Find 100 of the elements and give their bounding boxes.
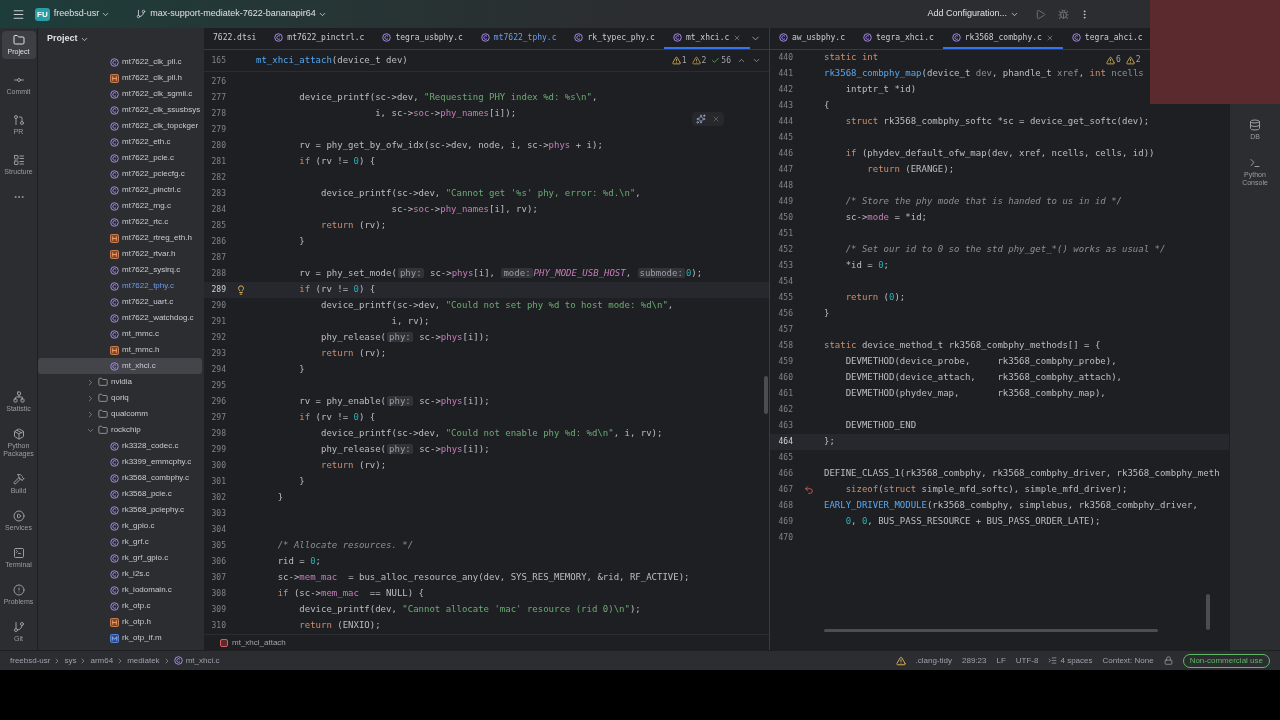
- editor-tab[interactable]: 7622.dtsi: [204, 28, 266, 49]
- tree-item[interactable]: nvidia: [38, 374, 202, 390]
- tree-item[interactable]: rk3328_codec.c: [38, 438, 202, 454]
- header-file-icon: [110, 249, 119, 259]
- tree-item[interactable]: mt7622_rtc.c: [38, 214, 202, 230]
- code-line: sc->mem_mac = bus_alloc_resource_any(dev, SYS_RES_MEMORY, &rid, RF_ACTIVE);: [276, 571, 690, 585]
- tree-item[interactable]: mt7622_rng.c: [38, 198, 202, 214]
- editor-tab[interactable]: mt_xhci.c: [663, 28, 751, 49]
- close-icon[interactable]: [733, 33, 742, 42]
- editor-tab[interactable]: aw_usbphy.c: [770, 28, 854, 49]
- tree-item[interactable]: mt7622_pinctrl.c: [38, 182, 202, 198]
- run-configuration-menu[interactable]: Add Configuration...: [927, 7, 1019, 21]
- code-line: return (0);: [844, 291, 906, 305]
- tree-item[interactable]: mt7622_clk_pll.h: [38, 70, 202, 86]
- tree-item[interactable]: rk_otp.h: [38, 614, 202, 630]
- tree-item[interactable]: rk3568_pcie.c: [38, 486, 202, 502]
- lightbulb-icon[interactable]: [236, 285, 246, 295]
- check-icon[interactable]: [711, 56, 721, 65]
- tree-item[interactable]: rk3568_combphy.c: [38, 470, 202, 486]
- status-item[interactable]: 289:23: [962, 654, 987, 667]
- code-line: sizeof(struct simple_mfd_softc), simple_mfd_driver);: [844, 483, 1128, 497]
- scrollbar-thumb[interactable]: [1206, 594, 1210, 630]
- warning-icon[interactable]: [1125, 55, 1135, 65]
- c-file-icon: [574, 33, 584, 42]
- breadcrumb-item[interactable]: mediatek: [127, 654, 160, 667]
- status-item[interactable]: 4 spaces: [1060, 654, 1093, 667]
- code-line: phy_release( phy: sc->phys[i]);: [320, 443, 490, 457]
- line-number: 460: [777, 372, 793, 384]
- breadcrumb-item[interactable]: freebsd-usr: [10, 654, 51, 667]
- tree-item[interactable]: mt7622_sysirq.c: [38, 262, 202, 278]
- tree-item[interactable]: mt7622_clk_sgmii.c: [38, 86, 202, 102]
- tree-item[interactable]: rk_otp_if.m: [38, 630, 202, 646]
- arrow-icon[interactable]: [803, 485, 814, 495]
- lock-icon[interactable]: [1163, 656, 1173, 665]
- close-icon[interactable]: [712, 115, 720, 123]
- tree-item[interactable]: mt_mmc.h: [38, 342, 202, 358]
- editor-tab[interactable]: rk_typec_phy.c: [565, 28, 664, 49]
- line-number: 287: [210, 252, 226, 264]
- warning-icon[interactable]: [671, 56, 681, 65]
- editor-tab[interactable]: mt7622_tphy.c: [471, 28, 566, 49]
- breadcrumb-item[interactable]: sys: [64, 654, 77, 667]
- status-item[interactable]: .clang-tidy: [915, 654, 952, 667]
- line-number: 302: [210, 492, 226, 504]
- tree-item[interactable]: rk_gpio.c: [38, 518, 202, 534]
- line-number: 294: [210, 364, 226, 376]
- tree-item[interactable]: rk_grf.c: [38, 534, 202, 550]
- line-number: 455: [777, 292, 793, 304]
- tree-item[interactable]: mt7622_rtreg_eth.h: [38, 230, 202, 246]
- warning-icon[interactable]: [691, 56, 701, 65]
- tree-item[interactable]: rk3568_pciephy.c: [38, 502, 202, 518]
- line-number: 277: [210, 92, 226, 104]
- tree-item[interactable]: rk_otp.c: [38, 598, 202, 614]
- chevron-up-icon[interactable]: [737, 56, 746, 65]
- tree-item[interactable]: mt7622_clk_pll.c: [38, 54, 202, 70]
- menu-icon[interactable]: [12, 7, 25, 21]
- chevron-down-icon[interactable]: [752, 56, 761, 65]
- breadcrumb-item[interactable]: mt_xhci.c: [185, 654, 220, 667]
- editor-tab[interactable]: tegra_xhci.c: [854, 28, 943, 49]
- warning-icon[interactable]: [895, 655, 906, 666]
- close-icon[interactable]: [1045, 33, 1054, 42]
- breadcrumb-item[interactable]: arm64: [90, 654, 114, 667]
- status-item[interactable]: Context: None: [1102, 654, 1154, 667]
- tree-item[interactable]: rk_i2s.c: [38, 566, 202, 582]
- status-item[interactable]: LF: [996, 654, 1006, 667]
- breadcrumb-item[interactable]: mt_xhci_attach: [232, 636, 286, 649]
- tree-item[interactable]: mt7622_tphy.c: [38, 278, 202, 294]
- tree-item[interactable]: mt7622_pcie.c: [38, 150, 202, 166]
- play-icon[interactable]: [1035, 8, 1046, 20]
- tree-item[interactable]: mt7622_pciecfg.c: [38, 166, 202, 182]
- project-menu[interactable]: freebsd-usr: [53, 7, 111, 21]
- tree-item[interactable]: mt_mmc.c: [38, 326, 202, 342]
- code-line: rv = phy_get_by_ofw_idx(sc->dev, node, i, sc->phys + i);: [298, 139, 603, 153]
- editor-tab[interactable]: mt7622_pinctrl.c: [265, 28, 374, 49]
- tree-item[interactable]: rk3399_emmcphy.c: [38, 454, 202, 470]
- tree-item[interactable]: mt7622_clk_topckger: [38, 118, 202, 134]
- line-number: 450: [777, 212, 793, 224]
- tree-item[interactable]: mt7622_watchdog.c: [38, 310, 202, 326]
- tree-item[interactable]: qualcomm: [38, 406, 202, 422]
- tree-item[interactable]: mt_xhci.c: [38, 358, 202, 374]
- tree-item[interactable]: qoriq: [38, 390, 202, 406]
- c-file-icon: [110, 89, 119, 99]
- editor-tab[interactable]: tegra_usbphy.c: [373, 28, 472, 49]
- tree-item[interactable]: mt7622_rtvar.h: [38, 246, 202, 262]
- editor-tab[interactable]: rk3568_combphy.c: [942, 28, 1063, 49]
- tree-item[interactable]: rk_grf_gpio.c: [38, 550, 202, 566]
- tree-item[interactable]: rk_iodomain.c: [38, 582, 202, 598]
- branch-menu[interactable]: max-support-mediatek-7622-bananapir64: [150, 7, 327, 21]
- tree-item[interactable]: mt7622_eth.c: [38, 134, 202, 150]
- scrollbar-thumb[interactable]: [824, 629, 1158, 632]
- tree-item[interactable]: mt7622_clk_ssusbsys: [38, 102, 202, 118]
- c-file-icon: [110, 169, 119, 179]
- status-item[interactable]: UTF-8: [1015, 654, 1039, 667]
- bug-icon[interactable]: [1058, 8, 1069, 20]
- tree-item[interactable]: rockchip: [38, 422, 202, 438]
- tree-item[interactable]: mt7622_uart.c: [38, 294, 202, 310]
- warning-icon[interactable]: [1106, 55, 1115, 65]
- editor-tab[interactable]: tegra_ahci.c: [1062, 28, 1152, 49]
- sparkle-icon[interactable]: [696, 114, 706, 124]
- panel-title[interactable]: Project: [47, 32, 89, 46]
- code-line: 0, 0, BUS_PASS_RESOURCE + BUS_PASS_ORDER_LATE);: [844, 515, 1101, 529]
